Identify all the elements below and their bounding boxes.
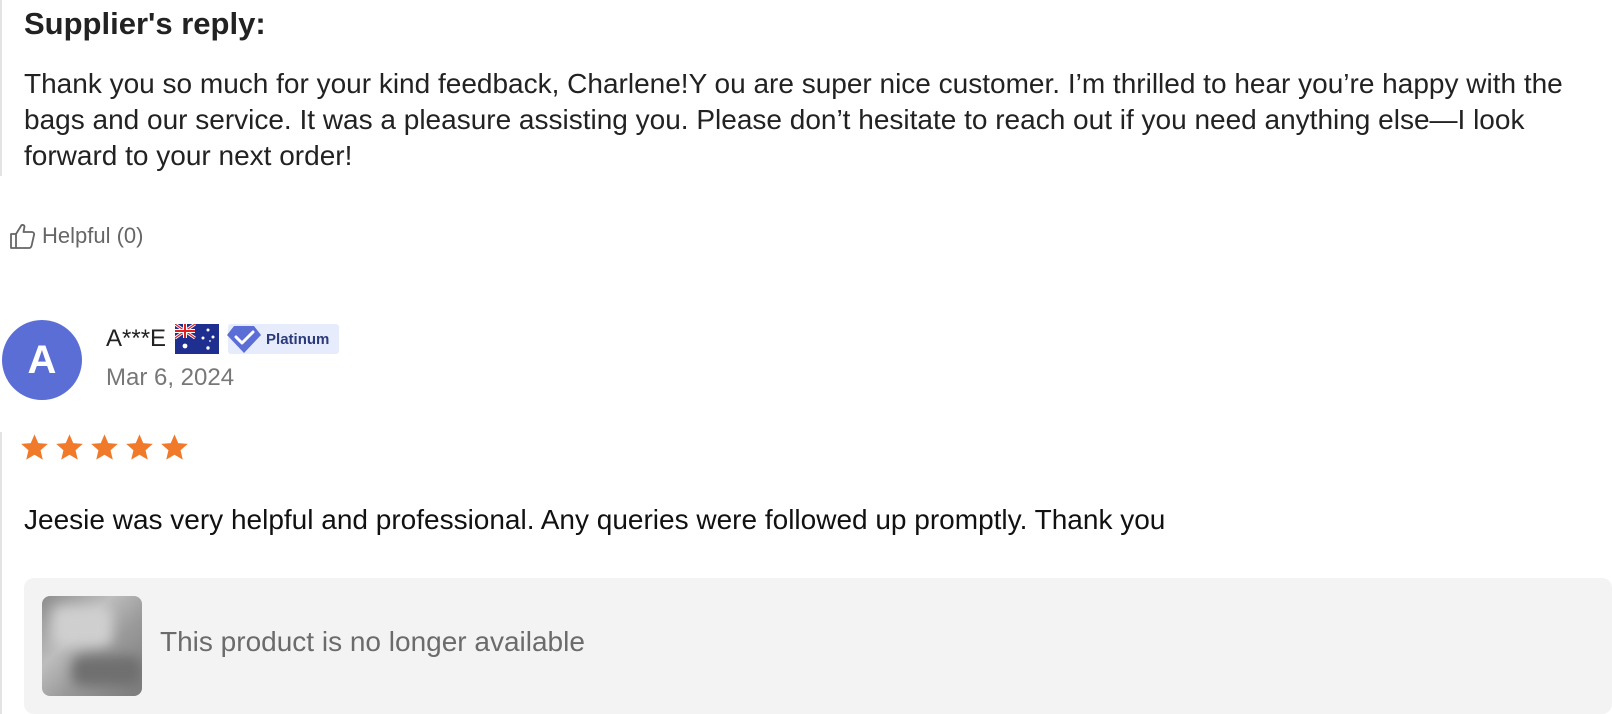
thumbnail-blur-shadow xyxy=(72,656,142,686)
product-status: This product is no longer available xyxy=(160,626,585,657)
australia-flag-icon xyxy=(175,324,220,354)
review-text: Jeesie was very helpful and professional… xyxy=(24,504,1166,535)
supplier-reply: Supplier's reply: Thank you so much for … xyxy=(0,0,1612,176)
verified-diamond-icon xyxy=(227,324,262,354)
helpful-label: Helpful (0) xyxy=(42,223,144,248)
star-icon xyxy=(56,434,83,460)
badge-label: Platinum xyxy=(266,330,330,348)
star-icon xyxy=(126,434,153,460)
avatar: A xyxy=(2,320,82,400)
reviewer-name: A***E xyxy=(106,325,167,352)
supplier-reply-text: Thank you so much for your kind feedback… xyxy=(24,68,1563,171)
reviewer-info: A***E Platinum xyxy=(106,322,340,356)
platinum-badge: Platinum xyxy=(227,324,340,354)
star-rating xyxy=(19,432,194,463)
star-icon xyxy=(91,434,118,460)
star-icon xyxy=(21,434,48,460)
supplier-reply-title: Supplier's reply: xyxy=(24,6,266,41)
thumbnail-blur-highlight xyxy=(52,606,112,646)
thumbs-up-icon xyxy=(8,221,38,251)
avatar-letter: A xyxy=(27,337,57,382)
helpful-button[interactable]: Helpful (0) xyxy=(8,221,143,251)
review-body: Jeesie was very helpful and professional… xyxy=(0,432,1612,714)
review-date: Mar 6, 2024 xyxy=(106,364,235,391)
product-thumbnail xyxy=(42,596,142,696)
product-card[interactable]: This product is no longer available xyxy=(24,578,1612,714)
review-page: Supplier's reply: Thank you so much for … xyxy=(0,0,1612,714)
star-icon xyxy=(161,434,188,460)
